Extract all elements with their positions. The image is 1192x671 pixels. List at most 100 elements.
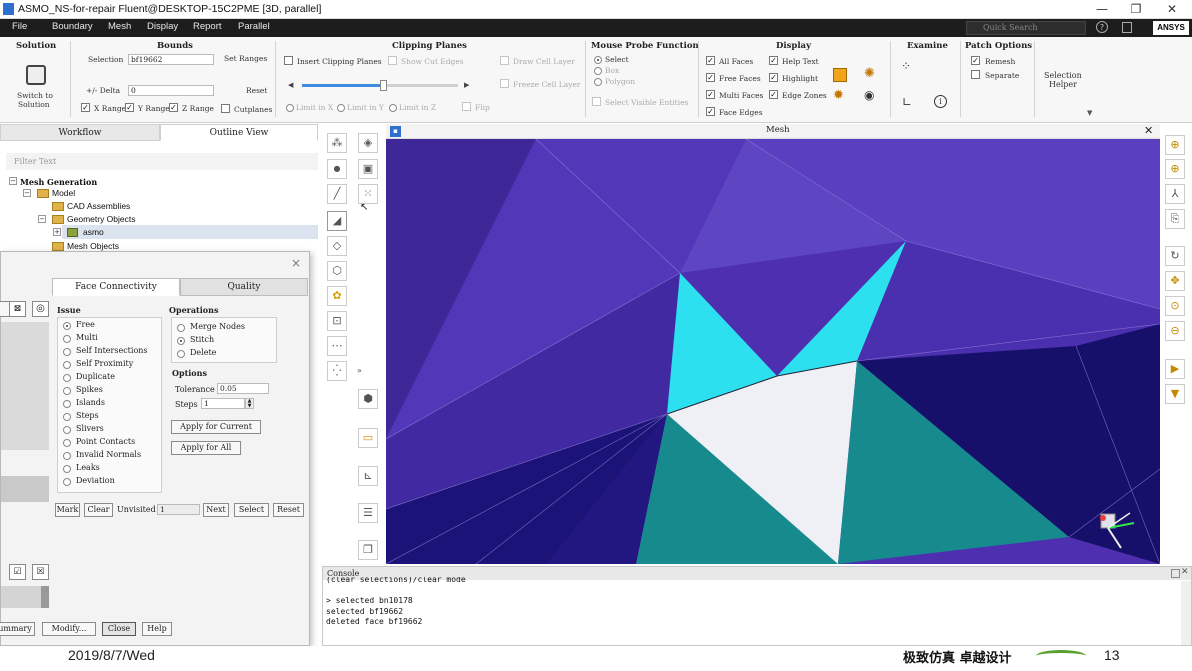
close-window-button[interactable]: ✕ [1160,1,1184,17]
operation-radio[interactable] [177,350,185,358]
probe-select-radio[interactable] [594,56,602,64]
issue-option[interactable]: Steps [63,411,163,424]
quick-search-input[interactable]: Quick Search [966,21,1086,35]
issue-option[interactable]: Invalid Normals [63,450,163,463]
operation-option[interactable]: Stitch [177,335,277,348]
maximize-button[interactable]: ❐ [1124,1,1148,17]
limit-x-radio[interactable] [286,104,294,112]
select-visible-checkbox[interactable] [592,97,601,106]
tree-expander[interactable]: − [38,215,46,223]
tree-model[interactable]: Model [52,188,75,198]
filter-text-input[interactable]: Filter Text [6,153,318,170]
select-nodes-all-icon[interactable]: ⁛ [327,361,347,381]
axes-view-icon[interactable]: ⅄ [1165,184,1185,204]
zone-list-selected[interactable] [1,476,49,502]
selection-helper-label-1[interactable]: Selection [1044,71,1082,80]
selection-helper-label-2[interactable]: Helper [1049,80,1077,89]
console-panel[interactable]: Console ✕ (clear selections)/clear mode >… [322,566,1192,646]
view-cube-icon[interactable]: ⬢ [358,389,378,409]
issue-option[interactable]: Self Intersections [63,346,163,359]
zone-list[interactable] [1,322,49,450]
reset-bounds-button[interactable]: Reset [246,86,267,95]
issue-radio[interactable] [63,335,71,343]
slider-right-arrow-icon[interactable]: ▶ [464,81,469,89]
select-edge-icon[interactable]: ╱ [327,184,347,204]
slider-left-arrow-icon[interactable]: ◀ [288,81,293,89]
examine-nodes-icon[interactable]: ⁘ [901,59,911,73]
mark-button[interactable]: Mark [55,503,80,517]
draw-cell-layer-checkbox[interactable] [500,56,509,65]
help-button[interactable]: Help [142,622,172,636]
face-edges-checkbox[interactable]: ✓ [706,107,715,116]
target-icon[interactable]: ◎ [32,301,49,317]
limit-z-radio[interactable] [389,104,397,112]
probe-box-radio[interactable] [594,67,602,75]
issue-radio[interactable] [63,426,71,434]
switch-to-solution-label-2[interactable]: Solution [18,100,50,109]
issue-option[interactable]: Free [63,320,163,333]
x-range-checkbox[interactable]: ✓ [81,103,90,112]
tree-mesh-generation[interactable]: Mesh Generation [20,177,97,187]
next-button[interactable]: Next [203,503,229,517]
operation-option[interactable]: Merge Nodes [177,322,277,335]
face-color-icon[interactable] [833,68,847,82]
issue-option[interactable]: Self Proximity [63,359,163,372]
help-icon[interactable]: ? [1096,21,1108,33]
zone-select-icon[interactable]: ◈ [358,133,378,153]
y-range-checkbox[interactable]: ✓ [125,103,134,112]
issue-option[interactable]: Deviation [63,476,163,489]
issue-radio[interactable] [63,374,71,382]
select-group-icon[interactable]: ✿ [327,286,347,306]
issue-radio[interactable] [63,465,71,473]
operation-radio[interactable] [177,324,185,332]
checklist-icon[interactable]: ☑ [9,564,26,580]
freeze-cell-layer-checkbox[interactable] [500,79,509,88]
tree-expander[interactable]: − [9,177,17,185]
minimize-button[interactable]: — [1090,1,1114,17]
clipping-slider-track[interactable] [302,80,458,91]
edge-zones-checkbox[interactable]: ✓ [769,90,778,99]
menu-parallel[interactable]: Parallel [238,21,270,32]
highlight-checkbox[interactable]: ✓ [769,73,778,82]
show-cut-edges-checkbox[interactable] [388,56,397,65]
select-nodes-icon[interactable]: ⁂ [327,133,347,153]
summary-button[interactable]: ummary [0,622,35,636]
menu-file[interactable]: File [12,21,27,32]
sun-icon[interactable]: ✹ [833,88,844,103]
zone-list-scrollbar[interactable] [41,586,49,608]
help-text-checkbox[interactable]: ✓ [769,56,778,65]
selection-input[interactable]: bf19662 [128,54,214,65]
copy-view-icon[interactable]: ❐ [358,540,378,560]
select-zone-face-icon[interactable]: ◇ [327,236,347,256]
info-icon[interactable]: i [934,95,947,108]
graphics-close-icon[interactable]: ✕ [1144,124,1153,137]
modify-button[interactable]: Modify... [42,622,96,636]
set-ranges-button[interactable]: Set Ranges [224,54,267,63]
issue-option[interactable]: Leaks [63,463,163,476]
console-output[interactable]: (clear selections)/clear mode > selected … [323,577,1183,645]
z-range-checkbox[interactable]: ✓ [169,103,178,112]
issue-option[interactable]: Spikes [63,385,163,398]
issue-option[interactable]: Multi [63,333,163,346]
issue-radio[interactable] [63,452,71,460]
clear-button[interactable]: Clear [84,503,113,517]
delta-input[interactable]: 0 [128,85,214,96]
reset-button[interactable]: Reset [273,503,304,517]
console-scrollbar[interactable] [1181,581,1191,645]
filter-list-icon[interactable]: ⊠ [9,301,26,317]
switch-to-solution-icon[interactable] [26,65,46,85]
annotate-icon[interactable]: ☰ [358,503,378,523]
issue-radio[interactable] [63,478,71,486]
zoom-out-icon[interactable]: ⊖ [1165,321,1185,341]
clip-plane-icon[interactable]: ▭ [358,428,378,448]
multi-faces-checkbox[interactable]: ✓ [706,90,715,99]
flip-checkbox[interactable] [462,102,471,111]
tab-quality[interactable]: Quality [180,278,308,296]
operation-option[interactable]: Delete [177,348,277,361]
close-button[interactable]: Close [102,622,136,636]
select-point-icon[interactable]: ● [327,159,347,179]
apply-for-current-button[interactable]: Apply for Current [171,420,261,434]
zoom-fit-icon[interactable]: ⊕ [1165,135,1185,155]
issue-radio[interactable] [63,322,71,330]
steps-spinner-icon[interactable]: ▲ ▼ [245,398,254,409]
